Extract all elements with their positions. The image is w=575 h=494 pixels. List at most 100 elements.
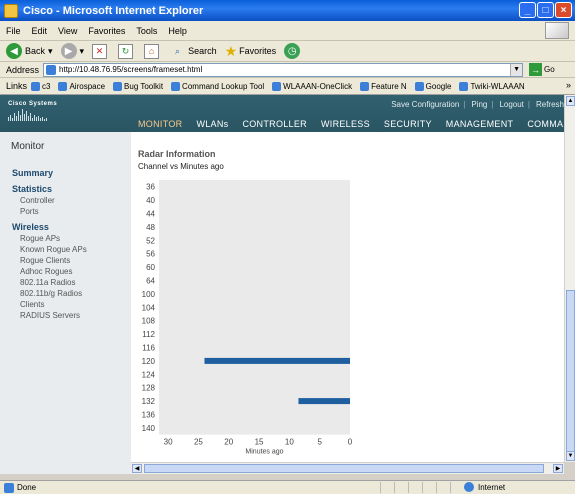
address-input[interactable]: http://10.48.76.95/screens/frameset.html… (43, 62, 524, 77)
y-tick-label: 36 (146, 183, 155, 192)
go-button[interactable]: → Go (529, 63, 555, 76)
sidebar-item-80211bg-radios[interactable]: 802.11b/g Radios (20, 289, 82, 298)
sidebar-item-rogue-clients[interactable]: Rogue Clients (20, 256, 70, 265)
horizontal-scrollbar[interactable]: ◀ ▶ (131, 462, 564, 474)
tab-security[interactable]: SECURITY (384, 119, 432, 129)
refresh-link[interactable]: Refresh (536, 100, 564, 109)
x-tick-label: 20 (224, 438, 233, 447)
links-label: Links (6, 81, 28, 91)
stop-button[interactable]: ✕ (92, 43, 110, 59)
search-icon: ⌕ (175, 45, 181, 56)
link-airospace[interactable]: Airospace (58, 81, 105, 91)
x-tick-label: 30 (164, 438, 173, 447)
address-label: Address (6, 64, 40, 75)
link-icon (459, 81, 469, 91)
refresh-icon: ↻ (118, 43, 134, 59)
link-bug-toolkit[interactable]: Bug Toolkit (113, 81, 163, 91)
y-tick-label: 116 (142, 344, 155, 353)
favorites-label: Favorites (239, 46, 277, 56)
link-icon (171, 81, 181, 91)
link-icon (414, 81, 424, 91)
link-command-lookup[interactable]: Command Lookup Tool (171, 81, 265, 91)
menu-file[interactable]: File (6, 26, 21, 36)
sidebar-section-wireless[interactable]: Wireless (12, 222, 49, 232)
sidebar-item-80211a-radios[interactable]: 802.11a Radios (20, 278, 75, 287)
link-google[interactable]: Google (414, 81, 452, 91)
sidebar-item-radius-servers[interactable]: RADIUS Servers (20, 311, 80, 320)
link-icon (58, 81, 68, 91)
save-configuration-link[interactable]: Save Configuration (391, 100, 459, 109)
link-c3[interactable]: c3 (31, 81, 50, 91)
sidebar-item-clients[interactable]: Clients (20, 300, 44, 309)
close-button[interactable]: × (555, 2, 572, 18)
sidebar-item-adhoc-rogues[interactable]: Adhoc Rogues (20, 267, 72, 276)
tab-monitor[interactable]: MONITOR (138, 119, 182, 129)
logout-link[interactable]: Logout (499, 100, 523, 109)
menu-tools[interactable]: Tools (136, 26, 157, 36)
toolbar: ◀ Back ▾ ▶ ▾ ✕ ↻ ⌂ ⌕ Search ★ Favorites … (0, 41, 575, 62)
x-tick-label: 0 (348, 438, 353, 447)
home-button[interactable]: ⌂ (144, 43, 162, 59)
favorites-button[interactable]: ★ Favorites (225, 43, 277, 60)
ping-link[interactable]: Ping (471, 100, 487, 109)
separator: | (491, 100, 494, 109)
security-zone: Internet (464, 482, 505, 492)
scroll-down-arrow-icon[interactable]: ▼ (566, 451, 575, 461)
sidebar-item-summary[interactable]: Summary (12, 168, 53, 178)
cisco-header: Cisco Systems Save Configuration | Ping … (0, 95, 564, 132)
x-tick-label: 10 (285, 438, 294, 447)
tab-wireless[interactable]: WIRELESS (321, 119, 370, 129)
tab-management[interactable]: MANAGEMENT (446, 119, 514, 129)
separator: | (527, 100, 530, 109)
scroll-right-arrow-icon[interactable]: ▶ (553, 464, 563, 473)
tab-controller[interactable]: CONTROLLER (242, 119, 307, 129)
y-tick-label: 60 (146, 263, 155, 272)
sidebar-item-ports[interactable]: Ports (20, 207, 39, 216)
forward-button[interactable]: ▶ ▾ (60, 43, 84, 59)
search-button[interactable]: ⌕ Search (170, 44, 217, 59)
link-feature-n[interactable]: Feature N (360, 81, 407, 91)
menu-bar: File Edit View Favorites Tools Help (0, 21, 575, 41)
menu-edit[interactable]: Edit (32, 26, 48, 36)
vertical-scroll-thumb[interactable] (566, 290, 575, 455)
link-wlaaan-oneclick[interactable]: WLAAAN-OneClick (272, 81, 353, 91)
scroll-left-arrow-icon[interactable]: ◀ (132, 464, 142, 473)
tab-wlans[interactable]: WLANs (196, 119, 228, 129)
y-tick-label: 44 (146, 210, 155, 219)
back-label: Back (25, 46, 46, 56)
minimize-button[interactable]: _ (519, 2, 536, 18)
sidebar-item-controller[interactable]: Controller (20, 196, 55, 205)
x-axis-label: Minutes ago (245, 449, 283, 456)
maximize-button[interactable]: □ (537, 2, 554, 18)
back-button[interactable]: ◀ Back ▾ (6, 43, 53, 59)
ie-app-icon (4, 3, 18, 18)
data-bar (298, 398, 350, 405)
sidebar-bottom (0, 462, 131, 474)
sidebar-item-rogue-aps[interactable]: Rogue APs (20, 234, 60, 243)
link-label: Command Lookup Tool (182, 81, 265, 91)
history-button[interactable]: ◷ (284, 43, 303, 59)
link-label: Twiki-WLAAAN (470, 81, 525, 91)
radar-chart: 3640444852566064100104108112116120124128… (142, 180, 353, 456)
tab-commands[interactable]: COMMANDS (527, 119, 564, 129)
sidebar-item-known-rogue-aps[interactable]: Known Rogue APs (20, 245, 87, 254)
horizontal-scroll-thumb[interactable] (144, 464, 544, 473)
history-icon: ◷ (284, 43, 301, 59)
menu-view[interactable]: View (58, 26, 77, 36)
menu-help[interactable]: Help (168, 26, 187, 36)
scroll-up-arrow-icon[interactable]: ▲ (566, 96, 575, 106)
vertical-scrollbar[interactable]: ▲ ▼ (564, 95, 575, 462)
link-label: Google (425, 81, 452, 91)
link-twiki[interactable]: Twiki-WLAAAN (459, 81, 525, 91)
links-more-chevron-icon[interactable]: » (566, 80, 571, 90)
separator: | (463, 100, 466, 109)
menu-favorites[interactable]: Favorites (88, 26, 125, 36)
refresh-button[interactable]: ↻ (118, 43, 136, 59)
y-tick-label: 140 (142, 424, 156, 433)
sidebar-title: Monitor (11, 141, 45, 152)
sidebar-section-statistics[interactable]: Statistics (12, 184, 52, 194)
y-tick-label: 112 (142, 330, 155, 339)
address-dropdown-icon[interactable]: ▼ (510, 63, 523, 76)
link-icon (113, 81, 123, 91)
link-label: WLAAAN-OneClick (283, 81, 353, 91)
